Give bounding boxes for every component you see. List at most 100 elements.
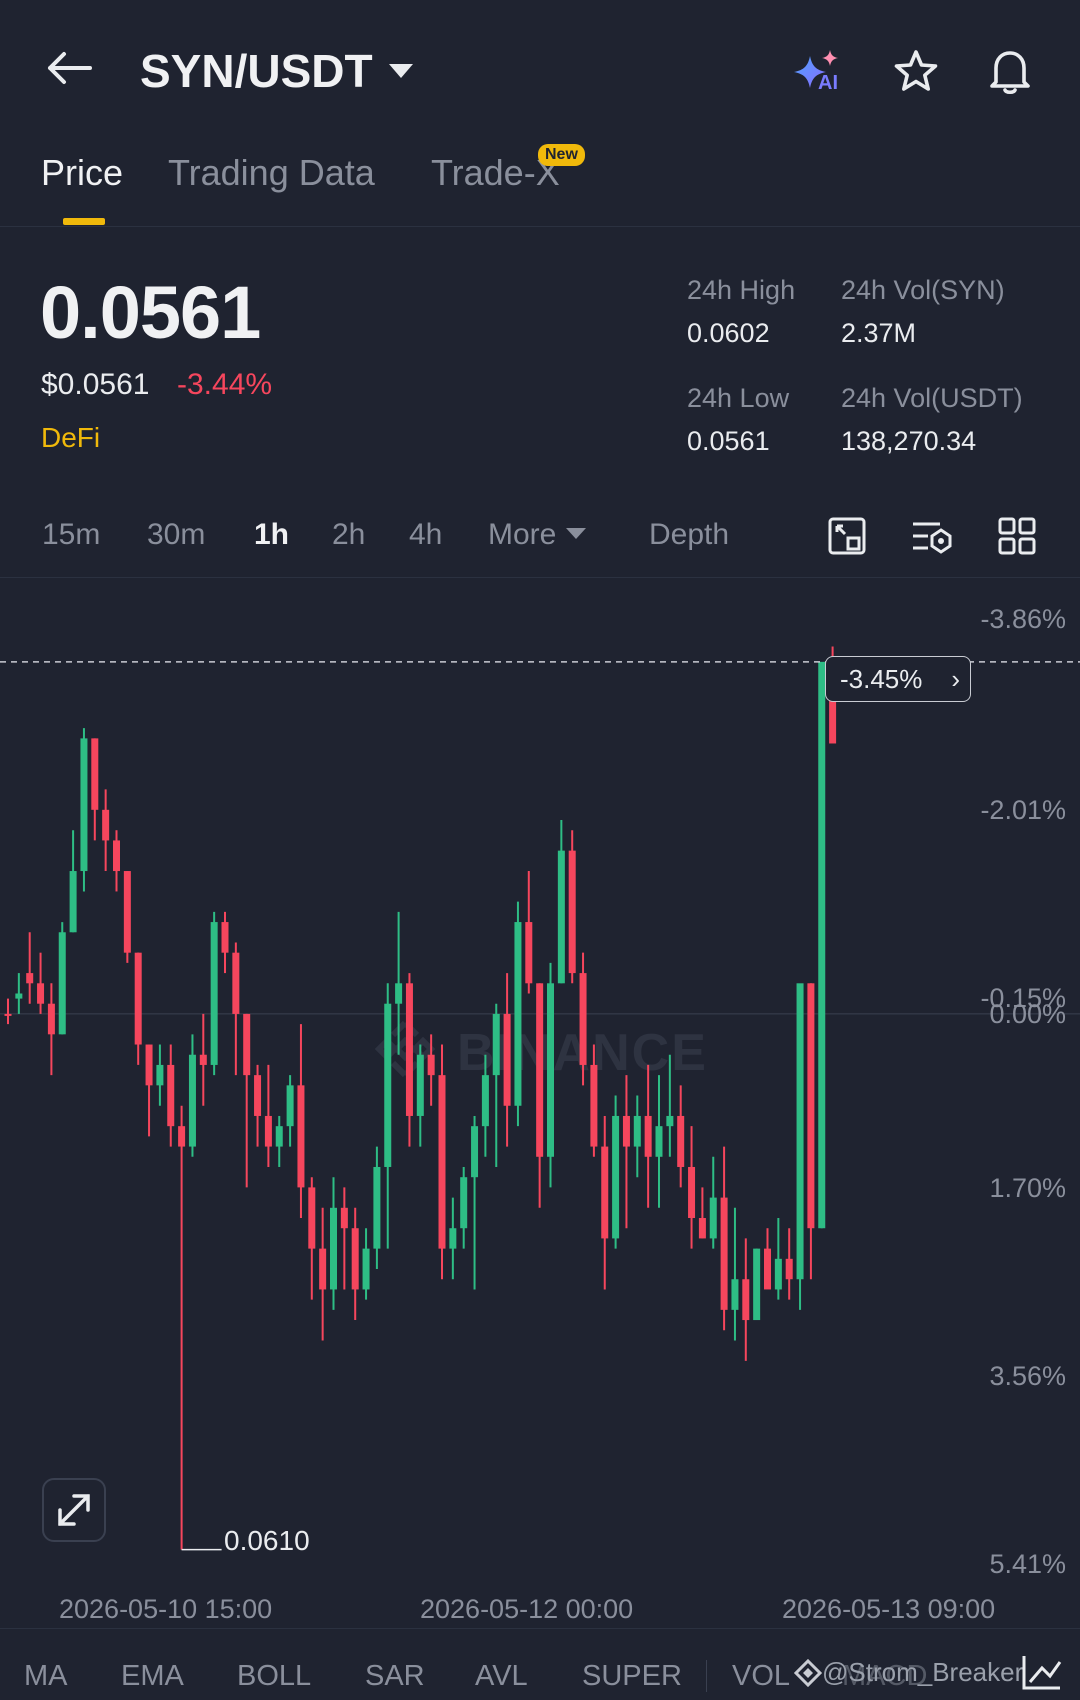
candle xyxy=(4,998,12,1025)
candlestick-chart[interactable] xyxy=(0,580,1080,1590)
pair-selector[interactable]: SYN/USDT xyxy=(140,44,413,98)
bell-icon[interactable] xyxy=(986,46,1034,96)
last-price: 0.0561 xyxy=(40,271,261,354)
candle-body xyxy=(199,1054,207,1065)
current-price-badge[interactable]: -3.45% › xyxy=(825,656,971,702)
indicator-settings-icon[interactable] xyxy=(910,516,954,556)
candle-body xyxy=(796,983,804,1280)
candle xyxy=(698,1187,706,1239)
indicator-boll[interactable]: BOLL xyxy=(237,1660,311,1693)
toolbar-divider xyxy=(0,577,1080,578)
candle-body xyxy=(26,973,34,984)
candle-body xyxy=(47,1003,55,1035)
chart-settings-icon[interactable] xyxy=(827,516,867,556)
candle xyxy=(188,1034,196,1157)
low-price-marker: 0.0610 xyxy=(224,1525,310,1556)
fullscreen-button[interactable] xyxy=(42,1478,106,1542)
candle-body xyxy=(818,661,826,1229)
category-tag[interactable]: DeFi xyxy=(41,422,100,454)
candle xyxy=(688,1126,696,1249)
candle-body xyxy=(579,973,587,1065)
candle xyxy=(514,901,522,1127)
candle xyxy=(373,1146,381,1270)
candle-body xyxy=(4,1013,12,1016)
candle-body xyxy=(557,850,565,984)
timeframe-more[interactable]: More xyxy=(488,518,587,552)
candle-body xyxy=(481,1075,489,1127)
active-tab-indicator xyxy=(63,218,105,225)
candle-body xyxy=(395,983,403,1004)
ai-button[interactable]: AI xyxy=(792,48,844,96)
candle-body xyxy=(633,1115,641,1147)
candle xyxy=(416,1044,424,1147)
indicator-ma[interactable]: MA xyxy=(24,1660,68,1693)
date-label-1: 2026-05-10 15:00 xyxy=(59,1594,273,1624)
axis-label-2: -2.01% xyxy=(980,795,1066,825)
indicator-avl[interactable]: AVL xyxy=(475,1660,528,1693)
candle xyxy=(15,973,23,1014)
indicator-vol[interactable]: VOL xyxy=(732,1660,790,1693)
high-label: 24h High xyxy=(687,275,796,305)
candle xyxy=(134,952,142,1065)
axis-label-5: 1.70% xyxy=(989,1173,1066,1203)
creator-handle: @Strom_Breaker xyxy=(794,1657,1023,1688)
indicator-ema[interactable]: EMA xyxy=(121,1660,184,1693)
expand-icon xyxy=(58,1494,90,1526)
candle-body xyxy=(688,1166,696,1219)
candle xyxy=(568,830,576,984)
candle-body xyxy=(221,922,229,953)
candle xyxy=(199,1013,207,1106)
candle xyxy=(742,1238,750,1361)
timeframe-30m[interactable]: 30m xyxy=(147,518,205,552)
candle xyxy=(254,1064,262,1147)
candle xyxy=(503,973,511,1147)
candle xyxy=(612,1095,620,1249)
candle xyxy=(123,871,131,963)
tab-price[interactable]: Price xyxy=(41,152,123,194)
candle-body xyxy=(492,1013,500,1076)
candle xyxy=(427,1034,435,1106)
change-percent: -3.44% xyxy=(177,368,273,401)
date-label-2: 2026-05-12 00:00 xyxy=(420,1594,634,1624)
depth-tab[interactable]: Depth xyxy=(649,518,729,552)
candle xyxy=(167,1044,175,1147)
candle-body xyxy=(601,1146,609,1239)
candle xyxy=(351,1207,359,1321)
candle-body xyxy=(232,952,240,1014)
candle xyxy=(807,983,815,1280)
candle-body xyxy=(178,1126,186,1147)
tab-trading-data[interactable]: Trading Data xyxy=(168,152,375,194)
candle-body xyxy=(471,1126,479,1178)
candle xyxy=(471,1115,479,1290)
candle xyxy=(80,728,88,892)
timeframe-4h[interactable]: 4h xyxy=(409,518,442,552)
candle xyxy=(796,983,804,1310)
candle-body xyxy=(612,1115,620,1239)
high-value: 0.0602 xyxy=(687,318,770,348)
candle-body xyxy=(210,922,218,1065)
chart-tools-icon[interactable] xyxy=(1020,1652,1064,1692)
vol-base-value: 2.37M xyxy=(841,318,917,348)
vol-quote-label: 24h Vol(USDT) xyxy=(841,383,1023,413)
timeframe-1h[interactable]: 1h xyxy=(254,518,289,552)
candle-body xyxy=(69,871,77,933)
star-icon[interactable] xyxy=(892,48,940,96)
candle-body xyxy=(405,983,413,1116)
candle xyxy=(449,1197,457,1280)
candle-body xyxy=(134,952,142,1045)
grid-layout-icon[interactable] xyxy=(997,516,1037,556)
candle-body xyxy=(666,1115,674,1127)
tabs-divider xyxy=(0,226,1080,227)
indicator-super[interactable]: SUPER xyxy=(582,1660,682,1693)
candle-body xyxy=(319,1248,327,1290)
back-arrow-icon[interactable] xyxy=(46,50,92,86)
indicator-sar[interactable]: SAR xyxy=(365,1660,425,1693)
candle-body xyxy=(644,1115,652,1157)
vol-quote-value: 138,270.34 xyxy=(841,426,977,456)
candle-body xyxy=(275,1126,283,1147)
candle xyxy=(438,1044,446,1280)
candle-body xyxy=(102,809,110,841)
timeframe-2h[interactable]: 2h xyxy=(332,518,365,552)
timeframe-15m[interactable]: 15m xyxy=(42,518,100,552)
axis-label-4: 0.00% xyxy=(989,999,1066,1029)
